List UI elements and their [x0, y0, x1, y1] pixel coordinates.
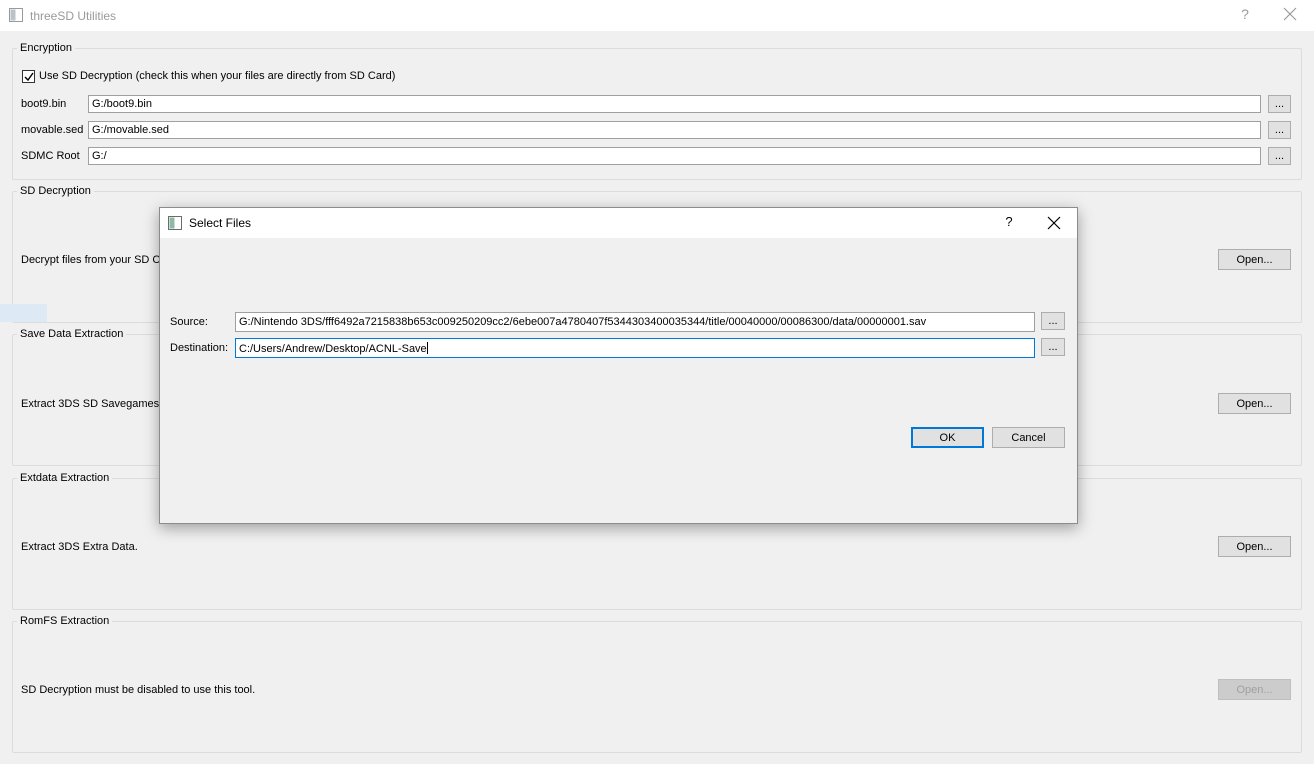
romfs-extraction-open-button[interactable]: Open... — [1218, 679, 1291, 700]
movable-label: movable.sed — [21, 124, 84, 136]
extdata-extraction-open-button[interactable]: Open... — [1218, 536, 1291, 557]
extdata-extraction-description: Extract 3DS Extra Data. — [21, 541, 138, 553]
dialog-window-icon — [168, 216, 182, 230]
checkmark-icon — [24, 72, 34, 82]
app-window-icon — [9, 8, 23, 22]
select-files-dialog: Select Files ? Source: G:/Nintendo 3DS/f… — [159, 207, 1078, 524]
destination-field[interactable]: C:/Users/Andrew/Desktop/ACNL-Save — [235, 338, 1035, 358]
background-selection-strip — [0, 304, 47, 322]
close-icon[interactable] — [1281, 5, 1299, 23]
use-sd-decryption-checkbox[interactable] — [22, 70, 35, 83]
boot9-browse-button[interactable]: ... — [1268, 95, 1291, 113]
dialog-help-button[interactable]: ? — [1000, 214, 1018, 229]
text-cursor — [426, 342, 428, 354]
cancel-button[interactable]: Cancel — [992, 427, 1065, 448]
encryption-legend: Encryption — [20, 42, 72, 54]
source-field[interactable]: G:/Nintendo 3DS/fff6492a7215838b653c0092… — [235, 312, 1035, 332]
extdata-extraction-legend: Extdata Extraction — [20, 472, 110, 484]
save-data-extraction-description: Extract 3DS SD Savegames. — [21, 398, 163, 410]
boot9-label: boot9.bin — [21, 98, 67, 110]
help-button[interactable]: ? — [1236, 6, 1254, 22]
save-data-extraction-open-button[interactable]: Open... — [1218, 393, 1291, 414]
sdmc-root-label: SDMC Root — [21, 150, 80, 162]
ok-button[interactable]: OK — [911, 427, 984, 448]
boot9-field[interactable]: G:/boot9.bin — [88, 95, 1261, 113]
destination-value: C:/Users/Andrew/Desktop/ACNL-Save — [239, 343, 427, 355]
sd-decryption-legend: SD Decryption — [20, 185, 91, 197]
romfs-extraction-legend: RomFS Extraction — [20, 615, 110, 627]
use-sd-decryption-label[interactable]: Use SD Decryption (check this when your … — [39, 70, 395, 82]
source-browse-button[interactable]: ... — [1041, 312, 1065, 330]
sdmc-root-browse-button[interactable]: ... — [1268, 147, 1291, 165]
dialog-titlebar: Select Files ? — [160, 208, 1077, 238]
save-data-extraction-legend: Save Data Extraction — [20, 328, 124, 340]
dialog-close-icon[interactable] — [1045, 214, 1063, 232]
movable-field[interactable]: G:/movable.sed — [88, 121, 1261, 139]
sd-decryption-description: Decrypt files from your SD Ca — [21, 254, 167, 266]
source-label: Source: — [170, 316, 208, 328]
sdmc-root-field[interactable]: G:/ — [88, 147, 1261, 165]
main-titlebar: threeSD Utilities ? — [0, 0, 1314, 31]
destination-label: Destination: — [170, 342, 229, 354]
romfs-extraction-description: SD Decryption must be disabled to use th… — [21, 684, 256, 696]
sd-decryption-open-button[interactable]: Open... — [1218, 249, 1291, 270]
destination-browse-button[interactable]: ... — [1041, 338, 1065, 356]
window-title: threeSD Utilities — [30, 9, 117, 23]
dialog-title: Select Files — [189, 216, 252, 230]
movable-browse-button[interactable]: ... — [1268, 121, 1291, 139]
